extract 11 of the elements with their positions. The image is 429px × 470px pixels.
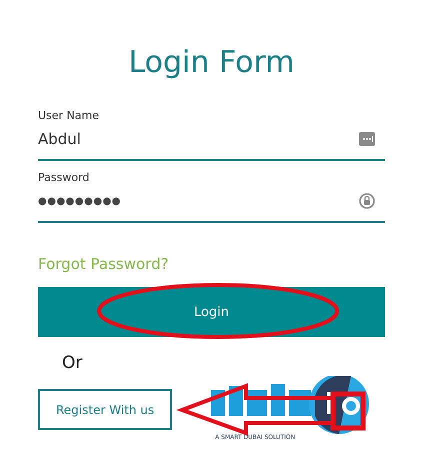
field-label: Password [38,171,90,184]
form-title: Login Form [127,45,296,80]
input-field[interactable]: ●●●●●●●●● [38,190,359,212]
register-button[interactable]: Register With us [38,389,172,430]
field-label: User Name [38,109,100,122]
input-field[interactable]: Abdul [38,128,359,150]
lock-icon [359,192,375,210]
login-button[interactable]: Login [38,287,385,337]
annotation-box [330,392,366,430]
keychain-icon [359,132,375,146]
separator-text: Or [62,353,82,373]
